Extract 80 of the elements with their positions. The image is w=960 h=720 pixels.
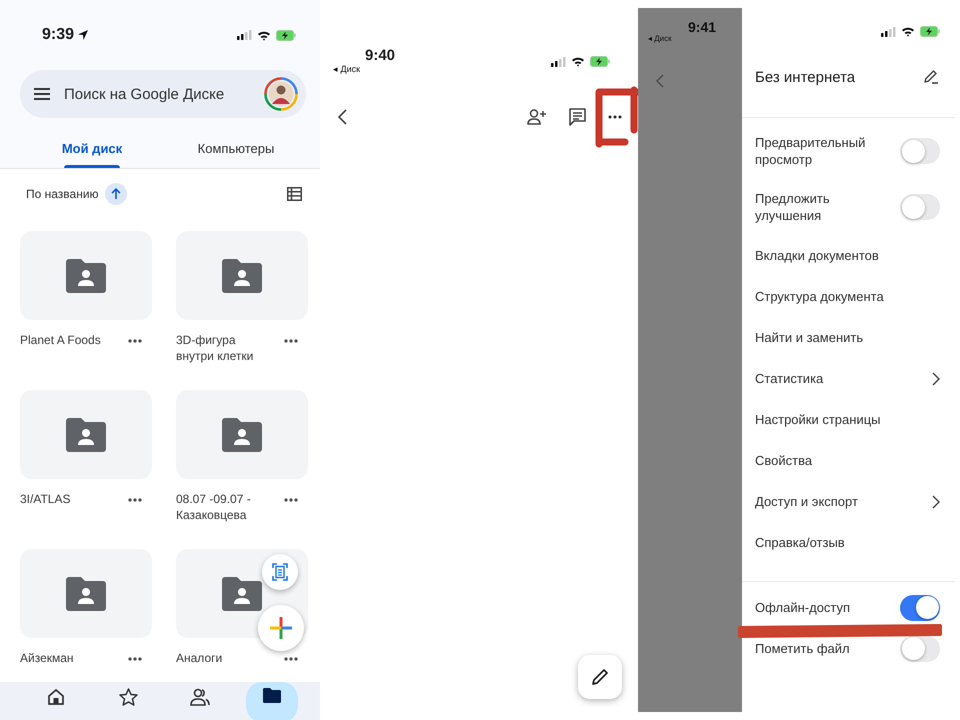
folder-thumbnail[interactable] xyxy=(176,231,308,320)
shared-folder-icon xyxy=(66,418,106,452)
status-time: 9:41 xyxy=(687,20,718,34)
folder-name[interactable]: Аналоги xyxy=(176,650,222,666)
wifi-icon xyxy=(571,56,585,67)
folder-icon[interactable] xyxy=(263,688,281,703)
edit-icon[interactable] xyxy=(923,69,939,85)
back-icon[interactable] xyxy=(338,109,347,125)
nav-item-highlight[interactable] xyxy=(246,682,298,720)
signal-icon xyxy=(237,30,252,40)
folder-name[interactable]: 3I/ATLAS xyxy=(20,491,70,507)
battery-charging-icon xyxy=(590,56,610,67)
signal-icon xyxy=(881,26,896,36)
toggle-switch[interactable] xyxy=(900,594,940,620)
plus-icon xyxy=(270,617,292,639)
menu-item-label: Офлайн-доступ xyxy=(755,599,850,616)
toggle-switch[interactable] xyxy=(900,138,940,164)
folder-thumbnail[interactable] xyxy=(20,231,152,320)
more-icon[interactable] xyxy=(284,339,298,343)
more-icon[interactable] xyxy=(128,498,142,502)
star-icon[interactable] xyxy=(118,688,138,706)
folder-name[interactable]: 08.07 -09.07 - Казаковцева xyxy=(176,491,272,523)
shared-folder-icon xyxy=(222,258,262,292)
menu-item[interactable]: Настройки страницы xyxy=(742,399,955,440)
pencil-icon xyxy=(591,668,609,686)
toggle-switch[interactable] xyxy=(900,194,940,220)
folder-thumbnail[interactable] xyxy=(176,390,308,479)
wifi-icon xyxy=(257,30,271,40)
menu-icon[interactable] xyxy=(34,88,50,100)
avatar[interactable] xyxy=(264,77,298,111)
shared-folder-icon xyxy=(66,576,106,610)
menu-item[interactable]: Доступ и экспорт xyxy=(742,481,955,522)
sort-label[interactable]: По названию xyxy=(26,187,99,201)
more-icon[interactable] xyxy=(128,339,142,343)
shared-folder-icon xyxy=(222,418,262,452)
menu-item[interactable]: Справка/отзыв xyxy=(742,522,955,563)
menu-item[interactable]: Свойства xyxy=(742,440,955,481)
more-icon[interactable] xyxy=(284,657,298,661)
folder-thumbnail[interactable] xyxy=(20,390,152,479)
folder-thumbnail[interactable] xyxy=(20,549,152,638)
folder-name[interactable]: Planet A Foods xyxy=(20,332,101,348)
menu-title: Без интернета xyxy=(755,68,856,86)
more-icon[interactable] xyxy=(284,498,298,502)
battery-charging-icon xyxy=(920,26,940,37)
back-to-app-link[interactable]: ◂ Диск xyxy=(333,64,396,74)
home-icon[interactable] xyxy=(47,688,65,706)
menu-item[interactable]: Найти и заменить xyxy=(742,317,955,358)
back-to-app-link[interactable]: ◂ Диск xyxy=(648,34,742,44)
chevron-right-icon xyxy=(932,494,940,508)
add-person-icon[interactable] xyxy=(527,109,547,125)
search-field[interactable]: Поиск на Google Диске xyxy=(62,84,252,104)
chevron-right-icon xyxy=(932,372,940,386)
status-time: 9:40 xyxy=(364,48,396,64)
folder-name[interactable]: 3D-фигура внутри клетки xyxy=(176,332,272,364)
wifi-icon xyxy=(901,26,915,37)
menu-item[interactable]: Вкладки документов xyxy=(742,235,955,276)
menu-item-label: Пометить файл xyxy=(755,640,850,657)
shared-folder-icon xyxy=(222,576,262,610)
search-bar[interactable]: Поиск на Google Диске xyxy=(20,70,306,118)
menu-item-label: Предложить улучшения xyxy=(755,190,831,224)
menu-item-label: Предварительный просмотр xyxy=(755,134,866,168)
list-view-icon[interactable] xyxy=(287,187,302,201)
menu-item[interactable]: Статистика xyxy=(742,358,955,399)
tab[interactable]: Компьютеры xyxy=(164,128,308,168)
tab[interactable]: Мой диск xyxy=(20,128,164,168)
menu-item[interactable]: Структура документа xyxy=(742,276,955,317)
toggle-switch[interactable] xyxy=(900,636,940,662)
scan-icon xyxy=(272,563,288,581)
highlight-mark xyxy=(595,86,638,148)
more-icon[interactable] xyxy=(128,657,142,661)
folder-name[interactable]: Айзекман xyxy=(20,650,74,666)
more-icon[interactable] xyxy=(608,115,622,119)
edit-button[interactable] xyxy=(578,655,622,699)
status-time: 9:39 xyxy=(42,26,74,44)
people-icon[interactable] xyxy=(190,688,210,706)
signal-icon xyxy=(551,56,566,66)
location-arrow-icon xyxy=(77,29,90,41)
battery-charging-icon xyxy=(276,30,296,40)
comment-icon[interactable] xyxy=(569,108,586,126)
shared-folder-icon xyxy=(66,258,106,292)
